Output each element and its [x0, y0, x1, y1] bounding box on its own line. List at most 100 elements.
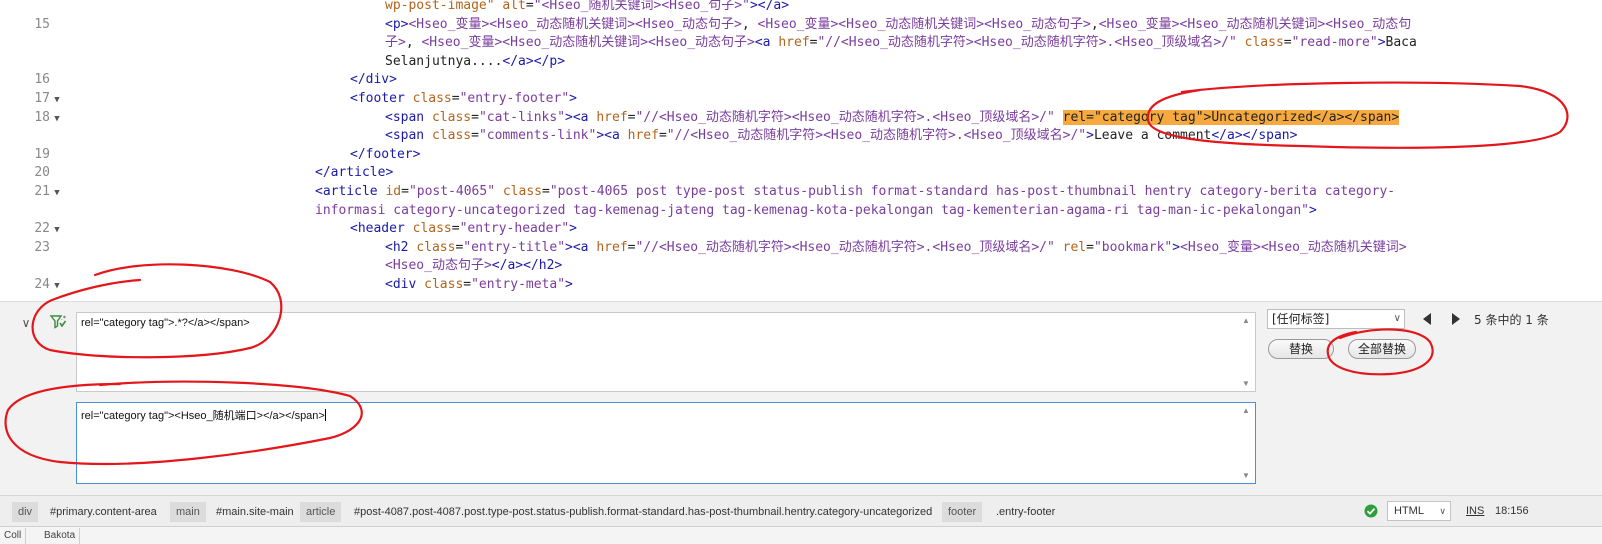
code-line[interactable]: 子>, <Hseo_变量><Hseo_动态随机关键词><Hseo_动态句子><a…	[385, 33, 1417, 52]
code-token: >	[569, 221, 577, 237]
code-token: <Hseo_变量><Hseo_动态随机关键词>	[1180, 239, 1407, 255]
code-token: <Hseo_动态句子>	[385, 258, 492, 274]
code-token: >	[1309, 202, 1317, 218]
bottom-tab-bar: Coll Bakota	[0, 526, 1602, 544]
code-token: </a></p>	[502, 53, 566, 69]
fold-arrow-icon[interactable]: ▼	[50, 184, 64, 203]
line-number-text: 16	[34, 72, 50, 88]
code-token: </footer>	[350, 146, 421, 162]
breadcrumb-selector[interactable]: #post-4087.post-4087.post.type-post.stat…	[350, 502, 932, 522]
code-token: ,	[741, 16, 758, 32]
line-number: 17 ▼	[0, 89, 66, 108]
code-line[interactable]: <p><Hseo_变量><Hseo_动态随机关键词><Hseo_动态句子>, <…	[385, 15, 1411, 34]
code-token: =	[1283, 35, 1292, 51]
previous-match-icon[interactable]	[1420, 311, 1434, 327]
status-ok-icon	[1364, 504, 1378, 518]
language-select[interactable]: HTML ∨	[1387, 501, 1451, 521]
svg-text:.*: .*	[61, 315, 66, 322]
code-token: <a	[754, 35, 779, 51]
code-token: >	[569, 91, 577, 106]
replace-input[interactable]: rel="category tag"><Hseo_随机端口></a></span…	[76, 402, 1256, 484]
code-line[interactable]: </div>	[350, 70, 397, 89]
code-token: =	[525, 0, 534, 13]
code-token: href	[596, 109, 628, 125]
fold-arrow-icon[interactable]: ▼	[50, 277, 64, 296]
code-token: "//<Hseo_动态随机字符><Hseo_动态随机字符>.<Hseo_顶级域名…	[635, 239, 1055, 255]
replace-button[interactable]: 替换	[1268, 339, 1334, 359]
tag-filter-select[interactable]: [任何标签] ∨	[1267, 309, 1405, 329]
breadcrumb-tag[interactable]: div	[12, 502, 39, 522]
code-token: >	[1377, 35, 1386, 51]
code-token: "entry-title"	[463, 239, 566, 255]
breadcrumb-tag[interactable]: footer	[942, 502, 983, 522]
code-token: "<Hseo_随机关键词><Hseo_句子>"	[533, 0, 750, 13]
replace-all-button[interactable]: 全部替换	[1348, 339, 1416, 359]
code-token: <header	[350, 221, 413, 237]
code-token: "//<Hseo_动态随机字符><Hseo_动态随机字符>.<Hseo_顶级域名…	[817, 35, 1237, 51]
code-token: "//<Hseo_动态随机字符><Hseo_动态随机字符>.<Hseo_顶级域名…	[635, 109, 1055, 125]
code-line[interactable]: </article>	[315, 163, 393, 182]
bottom-tab[interactable]: Bakota	[40, 528, 81, 544]
chevron-down-icon: ∨	[1393, 313, 1401, 324]
code-line[interactable]: informasi category-uncategorized tag-kem…	[315, 201, 1317, 220]
code-token: class	[431, 109, 472, 125]
find-input[interactable]: rel="category tag">.*?</a></span> ▲ ▼	[76, 312, 1256, 392]
code-line[interactable]: <article id="post-4065" class="post-4065…	[315, 182, 1395, 201]
regex-filter-icon[interactable]: .*	[49, 313, 67, 331]
insert-mode-indicator[interactable]: INS	[1466, 505, 1484, 517]
breadcrumb-tag[interactable]: main	[170, 502, 206, 522]
code-line[interactable]: <footer class="entry-footer">	[350, 89, 577, 108]
breadcrumb-tag[interactable]: article	[300, 502, 342, 522]
code-token: rel	[1062, 239, 1087, 255]
code-line[interactable]: </footer>	[350, 145, 420, 164]
breadcrumb-selector[interactable]: #primary.content-area	[46, 502, 157, 522]
code-token: class	[424, 277, 464, 292]
code-token: <h2	[385, 239, 417, 255]
code-token: informasi category-uncategorized tag-kem…	[315, 202, 1309, 218]
line-number: 19	[0, 145, 66, 164]
code-line[interactable]: <span class="comments-link"><a href="//<…	[385, 126, 1297, 145]
code-token: <Hseo_变量><Hseo_动态随机关键词><Hseo_动态句子>	[421, 35, 755, 51]
code-token: <p>	[385, 16, 409, 32]
scroll-up-icon[interactable]: ▲	[1241, 316, 1251, 325]
code-line[interactable]: <header class="entry-header">	[350, 219, 577, 238]
code-line[interactable]: wp-post-image" alt="<Hseo_随机关键词><Hseo_句子…	[385, 0, 789, 15]
scroll-down-icon[interactable]: ▼	[1241, 379, 1251, 388]
code-token: >	[565, 277, 573, 292]
code-token: </a></h2>	[491, 258, 563, 274]
code-token: href	[596, 239, 628, 255]
tag-filter-value: [任何标签]	[1272, 312, 1330, 326]
code-token: class	[431, 128, 472, 144]
line-number: 16	[0, 70, 66, 89]
code-token: >	[1172, 239, 1181, 255]
collapse-panel-chevron-icon[interactable]: ∨	[19, 316, 33, 330]
breadcrumb-selector[interactable]: .entry-footer	[992, 502, 1055, 522]
code-token: <Hseo_变量><Hseo_动态随机关键词><Hseo_动态句	[1098, 16, 1412, 32]
code-line[interactable]: Selanjutnya....</a></p>	[385, 52, 565, 71]
code-token: class	[412, 91, 452, 106]
breadcrumb-selector[interactable]: #main.site-main	[212, 502, 294, 522]
code-token: Selanjutnya....	[385, 53, 503, 69]
search-highlight: rel="category tag">Uncategorized</a></sp…	[1062, 109, 1400, 125]
code-token: =	[471, 128, 479, 144]
code-editor[interactable]: 15 16 17 ▼ 18 ▼ 19 20 21 ▼ 22 ▼ 23 24 ▼ wp-post-image"…	[0, 0, 1602, 301]
match-count: 5 条中的 1 条	[1474, 313, 1549, 327]
code-line[interactable]: <h2 class="entry-title"><a href="//<Hseo…	[385, 238, 1407, 257]
code-token: <footer	[350, 91, 413, 106]
code-line[interactable]: <span class="cat-links"><a href="//<Hseo…	[385, 108, 1400, 127]
code-token: "post-4065"	[408, 184, 496, 199]
code-token: "cat-links"	[478, 109, 566, 125]
bottom-tab[interactable]: Coll	[0, 528, 27, 544]
code-line[interactable]: <Hseo_动态句子></a></h2>	[385, 256, 562, 275]
code-token: Leave a comment	[1093, 128, 1212, 144]
cursor-position: 18:156	[1495, 505, 1529, 517]
code-token: "comments-link"	[478, 128, 597, 144]
code-token: ><a	[565, 109, 597, 125]
scroll-down-icon[interactable]: ▼	[1241, 471, 1251, 480]
fold-arrow-icon[interactable]: ▼	[50, 110, 64, 129]
scroll-up-icon[interactable]: ▲	[1241, 406, 1251, 415]
code-line[interactable]: <div class="entry-meta">	[385, 275, 573, 294]
line-number: 22 ▼	[0, 219, 66, 238]
next-match-icon[interactable]	[1449, 311, 1463, 327]
